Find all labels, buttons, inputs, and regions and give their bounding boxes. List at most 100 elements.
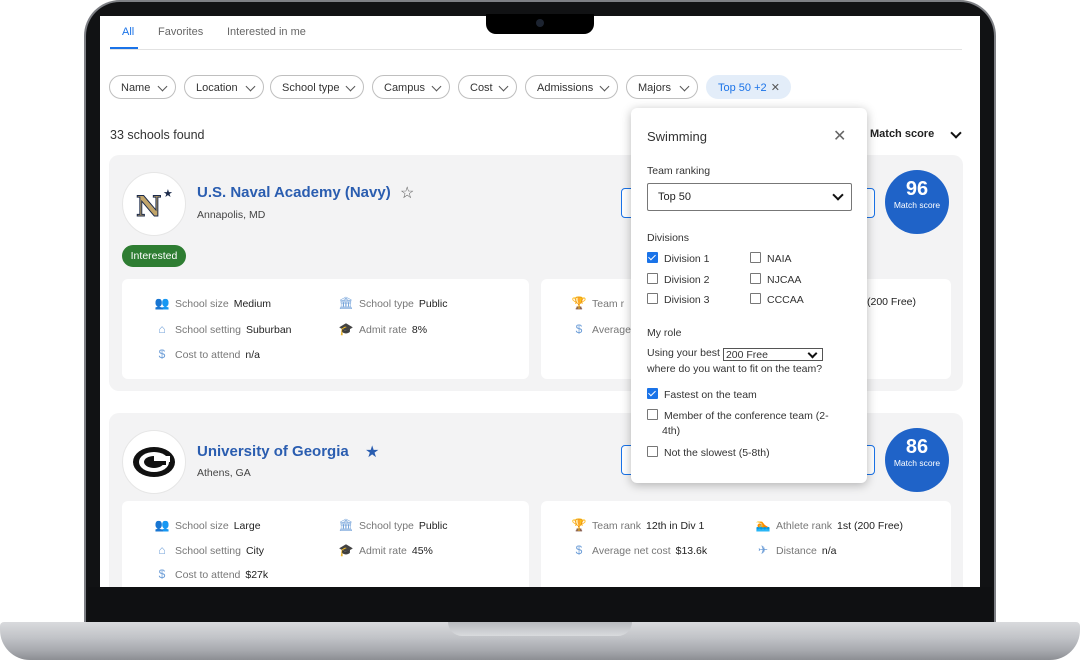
match-score-label: Match score — [893, 458, 941, 468]
school-info-panel: 👥 School size Medium 🏛 School type Public ⌂ S… — [122, 279, 529, 379]
checkbox-unchecked[interactable] — [750, 293, 761, 304]
dollar-icon: $ — [575, 543, 583, 557]
checkbox-unchecked[interactable] — [647, 293, 658, 304]
checkbox-njcaa[interactable]: NJCAA — [750, 273, 801, 286]
laptop-base — [0, 622, 1080, 660]
divisions-label: Divisions — [647, 232, 690, 244]
filter-name[interactable]: Name — [109, 75, 176, 99]
checkbox-unchecked[interactable] — [647, 446, 658, 457]
filter-location[interactable]: Location — [184, 75, 264, 99]
home-icon: ⌂ — [158, 322, 166, 336]
attr-school-size: 👥 School size Large — [154, 518, 261, 532]
chevron-down-icon — [950, 127, 962, 139]
filter-campus[interactable]: Campus — [372, 75, 450, 99]
status-badge: Interested — [122, 245, 186, 267]
people-icon: 👥 — [154, 518, 170, 532]
athletics-panel: 🏆 Team rank 12th in Div 1 🏊 Athlete rank 1st… — [541, 501, 951, 587]
attr-school-type: 🏛 School type Public — [338, 296, 448, 310]
school-name-link[interactable]: U.S. Naval Academy (Navy) — [197, 184, 391, 201]
school-name-link[interactable]: University of Georgia — [197, 443, 349, 460]
tab-interested-in-me[interactable]: Interested in me — [227, 26, 306, 38]
attr-school-type: 🏛 School type Public — [338, 518, 448, 532]
match-score-value: 96 — [905, 178, 929, 200]
camera-notch — [486, 14, 594, 34]
checkbox-conference-team[interactable]: Member of the conference team (2- — [647, 409, 829, 422]
filter-label: School type — [282, 82, 340, 94]
plane-icon: ✈ — [757, 543, 769, 557]
results-count: 33 schools found — [110, 128, 205, 142]
checkbox-cccaa[interactable]: CCCAA — [750, 293, 804, 306]
home-icon: ⌂ — [158, 543, 166, 557]
attr-team-rank: 🏆 Team rank 12th in Div 1 — [571, 518, 705, 532]
tab-favorites[interactable]: Favorites — [158, 26, 203, 38]
filter-label: Campus — [384, 82, 425, 94]
event-select[interactable]: 200 Free — [722, 348, 823, 361]
school-location: Athens, GA — [197, 467, 251, 479]
filter-cost[interactable]: Cost — [458, 75, 517, 99]
chevron-down-icon — [498, 81, 509, 92]
checkbox-fastest[interactable]: Fastest on the team — [647, 388, 757, 401]
attr-cost-to-attend: $ Cost to attend n/a — [154, 347, 260, 361]
checkbox-unchecked[interactable] — [647, 409, 658, 420]
filter-admissions[interactable]: Admissions — [525, 75, 618, 99]
close-icon[interactable]: ✕ — [833, 126, 846, 146]
team-ranking-label: Team ranking — [647, 165, 711, 177]
base-groove — [448, 622, 632, 636]
checkbox-unchecked[interactable] — [750, 252, 761, 263]
match-score-label: Match score — [893, 200, 941, 210]
checkbox-unchecked[interactable] — [750, 273, 761, 284]
filter-label: Top 50 +2 — [718, 82, 767, 94]
attr-distance: ✈ Distance n/a — [755, 543, 837, 557]
chevron-down-icon — [832, 189, 844, 201]
school-info-panel: 👥 School size Large 🏛 School type Public ⌂ Sc… — [122, 501, 529, 587]
school-location: Annapolis, MD — [197, 209, 266, 221]
match-score-badge: 96 Match score — [885, 170, 949, 234]
dollar-icon: $ — [158, 567, 166, 581]
sort-dropdown[interactable]: Match score — [870, 127, 962, 140]
chevron-down-icon — [599, 81, 610, 92]
checkbox-naia[interactable]: NAIA — [750, 252, 792, 265]
chevron-down-icon — [679, 81, 690, 92]
checkbox-checked[interactable] — [647, 252, 658, 263]
star-filled-icon[interactable]: ★ — [365, 442, 379, 462]
team-ranking-select[interactable]: Top 50 — [647, 183, 852, 211]
checkbox-not-slowest[interactable]: Not the slowest (5-8th) — [647, 446, 770, 459]
chevron-down-icon — [345, 81, 356, 92]
graduation-cap-icon: 🎓 — [338, 543, 354, 557]
checkbox-checked[interactable] — [647, 388, 658, 399]
filter-label: Admissions — [537, 82, 594, 94]
trophy-icon: 🏆 — [571, 518, 587, 532]
svg-text:N: N — [136, 190, 162, 223]
attr-cost-to-attend: $ Cost to attend $27k — [154, 567, 269, 581]
filter-label: Name — [121, 82, 151, 94]
event-value: 200 Free — [725, 349, 768, 361]
attr-school-size: 👥 School size Medium — [154, 296, 272, 310]
dollar-icon: $ — [575, 322, 583, 336]
attr-average-net-cost: $ Average net cost $13.6k — [571, 543, 707, 557]
filter-label: Majors — [638, 82, 672, 94]
attr-athlete-rank-value: (200 Free) — [867, 296, 917, 308]
camera-icon — [536, 19, 544, 27]
attr-admit-rate: 🎓 Admit rate 45% — [338, 543, 433, 557]
trophy-icon: 🏆 — [571, 296, 587, 310]
close-icon[interactable]: ✕ — [771, 76, 780, 100]
swimming-filter-popover: Swimming ✕ Team ranking Top 50 Divisions… — [631, 108, 867, 483]
building-icon: 🏛 — [338, 296, 354, 310]
checkbox-division-2[interactable]: Division 2 — [647, 273, 710, 286]
tab-all[interactable]: All — [122, 26, 134, 38]
school-logo: N ★ — [122, 172, 186, 236]
checkbox-division-3[interactable]: Division 3 — [647, 293, 710, 306]
swimmer-icon: 🏊 — [755, 518, 771, 532]
checkbox-unchecked[interactable] — [647, 273, 658, 284]
chevron-down-icon — [245, 81, 256, 92]
dollar-icon: $ — [158, 347, 166, 361]
filter-majors[interactable]: Majors — [626, 75, 698, 99]
role-prompt-suffix: where do you want to fit on the team? — [647, 363, 823, 375]
filter-school-type[interactable]: School type — [270, 75, 364, 99]
attr-team-rank: 🏆 Team r — [571, 296, 625, 310]
checkbox-division-1[interactable]: Division 1 — [647, 252, 710, 265]
attr-school-setting: ⌂ School setting Suburban — [154, 322, 291, 336]
star-outline-icon[interactable]: ☆ — [400, 183, 414, 203]
filter-active-team-ranking[interactable]: Top 50 +2 ✕ — [706, 75, 791, 99]
attr-school-setting: ⌂ School setting City — [154, 543, 264, 557]
